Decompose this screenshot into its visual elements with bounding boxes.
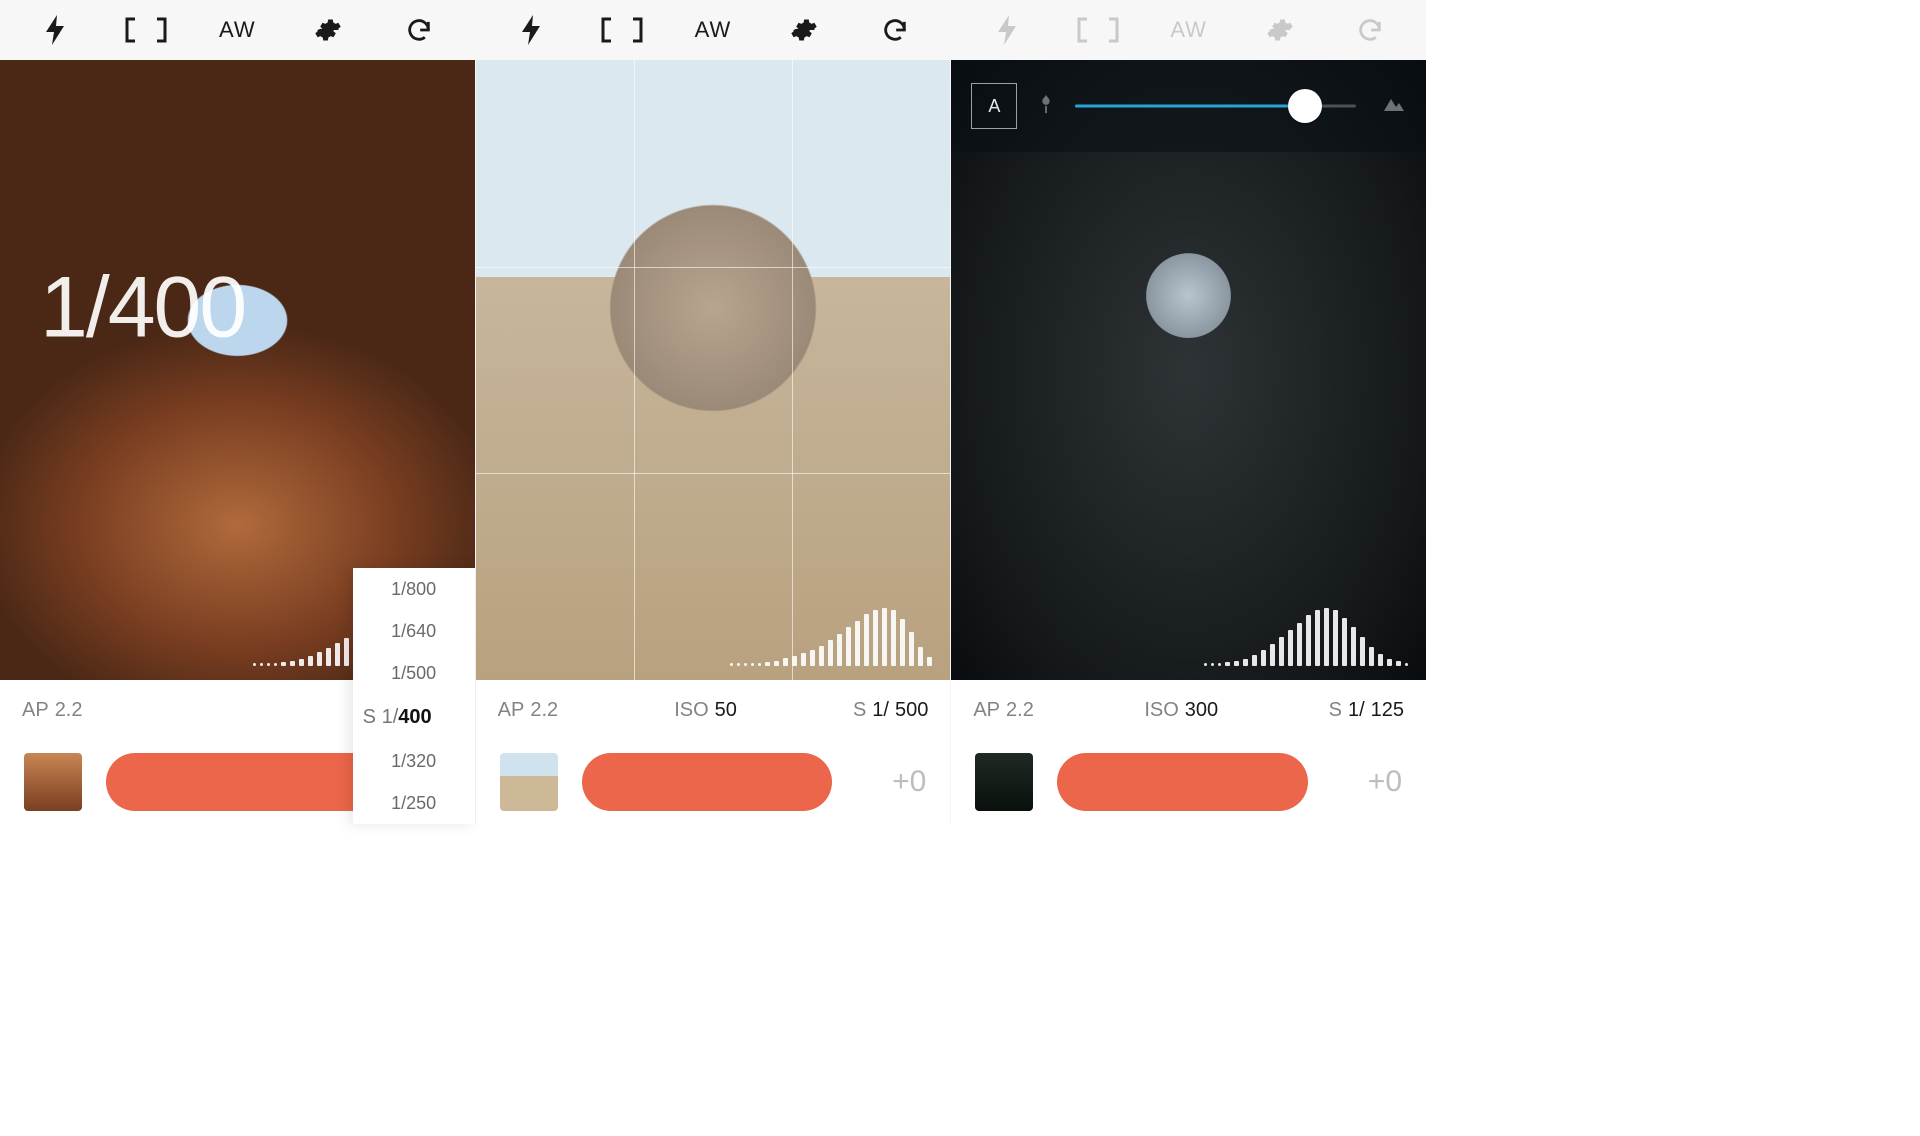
picker-option[interactable]: 1/800 [353, 568, 475, 610]
picker-option[interactable]: 1/250 [353, 782, 475, 824]
panel-1: AW 1/400 AP 2.2 ISO 100 1/800 1/640 1/50… [0, 0, 475, 824]
toolbar: AW [476, 0, 951, 60]
aperture-setting[interactable]: AP 2.2 [22, 699, 83, 722]
toolbar: AW [0, 0, 475, 60]
viewfinder[interactable]: A [951, 60, 1426, 680]
shutter-button[interactable] [1057, 753, 1308, 811]
infinity-icon [1382, 95, 1406, 118]
camera-app-triple: AW 1/400 AP 2.2 ISO 100 1/800 1/640 1/50… [0, 0, 1426, 824]
cycle-icon[interactable] [395, 6, 443, 54]
last-photo-thumbnail[interactable] [975, 753, 1033, 811]
last-photo-thumbnail[interactable] [500, 753, 558, 811]
flash-icon[interactable] [31, 6, 79, 54]
exposure-compensation[interactable]: +0 [856, 765, 926, 799]
focus-mode-auto[interactable]: A [971, 83, 1017, 129]
white-balance-button[interactable]: AW [213, 6, 261, 54]
focus-control: A [951, 60, 1426, 152]
gear-icon[interactable] [780, 6, 828, 54]
picker-option[interactable]: 1/640 [353, 610, 475, 652]
toolbar: AW [951, 0, 1426, 60]
cycle-icon [1346, 6, 1394, 54]
shutter-setting[interactable]: S 1/500 [853, 699, 928, 722]
shutter-row: +0 [951, 740, 1426, 824]
white-balance-button[interactable]: AW [689, 6, 737, 54]
gear-icon[interactable] [304, 6, 352, 54]
flash-icon [983, 6, 1031, 54]
panel-3: AW A AP 2.2 ISO 300 S 1/125 [950, 0, 1426, 824]
exposure-compensation[interactable]: +0 [1332, 765, 1402, 799]
viewfinder[interactable] [476, 60, 951, 680]
settings-row: AP 2.2 ISO 300 S 1/125 [951, 680, 1426, 740]
rule-of-thirds-grid [476, 60, 951, 680]
macro-icon [1035, 93, 1057, 120]
iso-setting[interactable]: ISO 50 [674, 699, 737, 722]
cycle-icon[interactable] [871, 6, 919, 54]
histogram [1204, 608, 1408, 666]
brackets-icon[interactable] [1074, 6, 1122, 54]
settings-row: AP 2.2 ISO 50 S 1/500 [476, 680, 951, 740]
picker-selected[interactable]: S 1/400 [353, 694, 475, 740]
focus-slider-thumb[interactable] [1288, 89, 1322, 123]
focus-slider[interactable] [1075, 94, 1356, 118]
shutter-button[interactable] [582, 753, 833, 811]
shutter-readout: 1/400 [40, 259, 245, 358]
histogram [730, 608, 932, 666]
aperture-setting[interactable]: AP 2.2 [973, 699, 1034, 722]
shutter-speed-picker[interactable]: 1/800 1/640 1/500 S 1/400 1/320 1/250 [353, 568, 475, 824]
aperture-setting[interactable]: AP 2.2 [498, 699, 559, 722]
shutter-row: +0 [476, 740, 951, 824]
focus-slider-fill [1075, 105, 1305, 108]
picker-option[interactable]: 1/320 [353, 740, 475, 782]
flash-icon[interactable] [507, 6, 555, 54]
picker-option[interactable]: 1/500 [353, 652, 475, 694]
shutter-setting[interactable]: S 1/125 [1329, 699, 1404, 722]
white-balance-button: AW [1165, 6, 1213, 54]
iso-setting[interactable]: ISO 300 [1144, 699, 1218, 722]
gear-icon [1256, 6, 1304, 54]
brackets-icon[interactable] [598, 6, 646, 54]
panel-2: AW AP 2.2 ISO 50 S 1/500 +0 [475, 0, 951, 824]
last-photo-thumbnail[interactable] [24, 753, 82, 811]
brackets-icon[interactable] [122, 6, 170, 54]
